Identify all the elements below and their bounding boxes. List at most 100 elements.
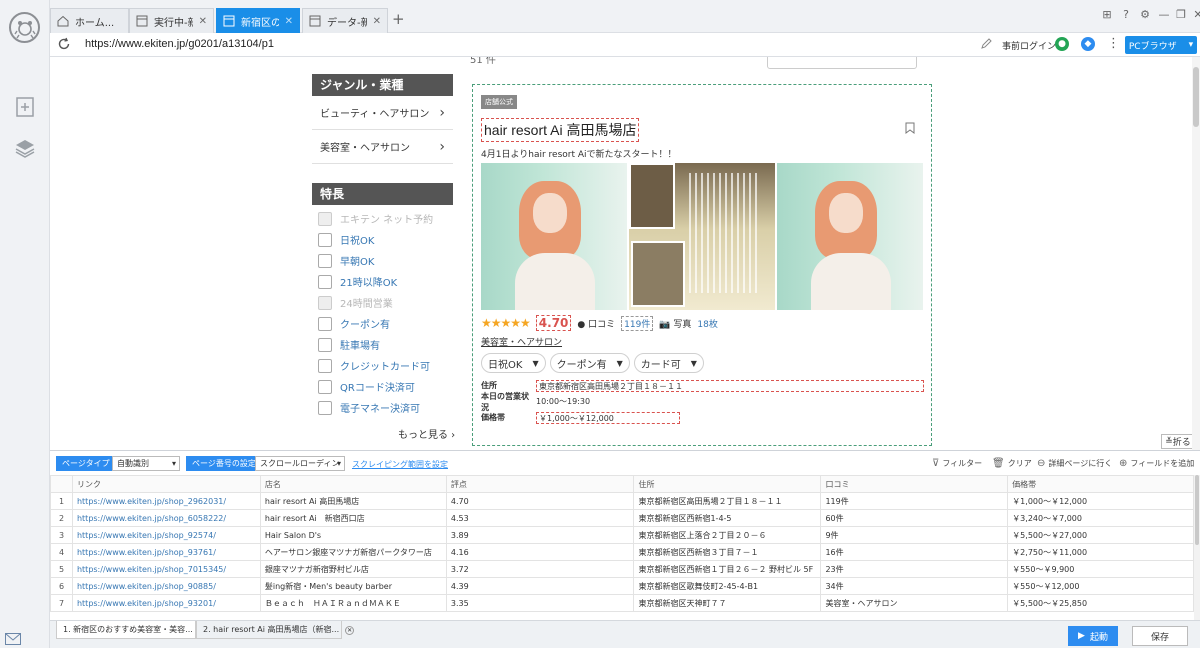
- table-cell[interactable]: https://www.ekiten.jp/shop_93761/: [71, 543, 261, 561]
- column-header[interactable]: リンク: [71, 475, 261, 493]
- table-cell[interactable]: ヘアーサロン銀座マツナガ新宿パークタワー店: [259, 543, 447, 561]
- table-row[interactable]: 1 https://www.ekiten.jp/shop_2962031/hair…: [50, 492, 1194, 510]
- photos-count[interactable]: 18枚: [697, 317, 717, 330]
- app-logo-icon[interactable]: [9, 12, 40, 43]
- table-cell[interactable]: https://www.ekiten.jp/shop_90885/: [71, 577, 261, 595]
- close-icon[interactable]: ✕: [373, 16, 381, 27]
- table-cell[interactable]: 9件: [820, 526, 1009, 544]
- feature-checkbox-item[interactable]: 21時以降OK: [318, 271, 433, 292]
- page-scrollbar[interactable]: [1192, 57, 1200, 450]
- table-cell[interactable]: ￥5,500～￥25,850: [1007, 594, 1194, 612]
- tab-data[interactable]: データ-新... ✕: [302, 8, 388, 33]
- table-cell[interactable]: ￥3,240～￥7,000: [1007, 509, 1194, 527]
- table-cell[interactable]: 4.70: [445, 492, 635, 510]
- table-cell[interactable]: Hair Salon D's: [259, 526, 447, 544]
- extension-blue-icon[interactable]: ◆: [1081, 37, 1095, 51]
- settings-icon[interactable]: ⚙: [1138, 8, 1152, 22]
- table-scrollbar[interactable]: [1194, 475, 1200, 621]
- table-row[interactable]: 5 https://www.ekiten.jp/shop_7015345/銀座マツ…: [50, 560, 1194, 578]
- help-icon[interactable]: ?: [1119, 8, 1133, 22]
- result-tab-2[interactable]: 2. hair resort Ai 高田馬場店（新宿... ✕: [196, 621, 355, 639]
- table-cell[interactable]: https://www.ekiten.jp/shop_93201/: [71, 594, 261, 612]
- scrape-range-link[interactable]: スクレイピング範囲を設定: [352, 459, 448, 470]
- table-cell[interactable]: 東京都新宿区上落合２丁目２０－６: [633, 526, 822, 544]
- feature-checkbox-item[interactable]: クレジットカード可: [318, 355, 433, 376]
- close-icon[interactable]: ✕: [285, 16, 293, 27]
- table-row[interactable]: 3 https://www.ekiten.jp/shop_92574/Hair S…: [50, 526, 1194, 544]
- table-cell[interactable]: hair resort Ai 高田馬場店: [259, 492, 447, 510]
- table-cell[interactable]: 東京都新宿区西新宿1-4-5: [633, 509, 822, 527]
- table-cell[interactable]: ￥2,750～￥11,000: [1007, 543, 1194, 561]
- table-cell[interactable]: 4.39: [445, 577, 635, 595]
- checkbox[interactable]: [318, 274, 332, 289]
- table-cell[interactable]: 4.53: [445, 509, 635, 527]
- feature-checkbox-item[interactable]: クーポン有: [318, 313, 433, 334]
- pill-holiday[interactable]: 日祝OK ▼: [481, 353, 546, 373]
- extension-green-icon[interactable]: ●: [1055, 37, 1069, 51]
- table-cell[interactable]: 23件: [820, 560, 1009, 578]
- more-menu-icon[interactable]: ⋮: [1107, 36, 1120, 51]
- table-cell[interactable]: 東京都新宿区天神町７７: [633, 594, 822, 612]
- save-button[interactable]: 保存: [1132, 626, 1188, 646]
- column-header[interactable]: 評点: [445, 475, 635, 493]
- checkbox[interactable]: [318, 358, 332, 373]
- restore-icon[interactable]: ❐: [1174, 8, 1188, 22]
- column-header[interactable]: 店名: [259, 475, 447, 493]
- table-row[interactable]: 7 https://www.ekiten.jp/shop_93201/Ｂｅａｃｈ …: [50, 594, 1194, 612]
- prelogin-button[interactable]: 事前ログイン: [1002, 39, 1056, 52]
- tab-shinjuku[interactable]: 新宿区の... ✕: [216, 8, 300, 33]
- close-icon[interactable]: ✕: [345, 626, 355, 635]
- feature-checkbox-item[interactable]: 早朝OK: [318, 250, 433, 271]
- run-button[interactable]: ▶ 起動: [1068, 626, 1118, 646]
- table-cell[interactable]: https://www.ekiten.jp/shop_6058222/: [71, 509, 261, 527]
- feature-checkbox-item[interactable]: QRコード決済可: [318, 376, 433, 397]
- table-cell[interactable]: ￥5,500～￥27,000: [1007, 526, 1194, 544]
- new-task-icon[interactable]: [14, 96, 36, 118]
- table-row[interactable]: 2 https://www.ekiten.jp/shop_6058222/hair…: [50, 509, 1194, 527]
- reviews-count[interactable]: 119件: [621, 315, 654, 331]
- shop-photo[interactable]: [777, 163, 923, 310]
- close-window-icon[interactable]: ✕: [1191, 8, 1200, 22]
- page-type-select[interactable]: 自動識別 ▾: [112, 456, 180, 471]
- table-cell[interactable]: hair resort Ai 新宿西口店: [259, 509, 447, 527]
- table-cell[interactable]: 東京都新宿区高田馬場２丁目１８－１１: [633, 492, 822, 510]
- table-cell[interactable]: ￥1,000～￥12,000: [1007, 492, 1194, 510]
- gift-icon[interactable]: ⊞: [1100, 8, 1114, 22]
- tab-running[interactable]: 実行中-新... ✕: [129, 8, 214, 33]
- shop-title[interactable]: hair resort Ai 高田馬場店: [481, 118, 640, 142]
- genre-item-salon[interactable]: 美容室・ヘアサロン ›: [312, 130, 453, 164]
- detail-page-button[interactable]: ⊖ 詳細ページに行く: [1037, 458, 1112, 469]
- new-tab-button[interactable]: +: [392, 10, 405, 28]
- clear-button[interactable]: 🗑 クリア: [992, 458, 1032, 469]
- table-row[interactable]: 4 https://www.ekiten.jp/shop_93761/ヘアーサロン…: [50, 543, 1194, 561]
- close-icon[interactable]: ✕: [199, 16, 207, 27]
- pill-coupon[interactable]: クーポン有 ▼: [549, 353, 630, 373]
- table-cell[interactable]: https://www.ekiten.jp/shop_2962031/: [71, 492, 261, 510]
- url-field[interactable]: https://www.ekiten.jp/g0201/a13104/p1: [85, 38, 274, 50]
- table-cell[interactable]: 銀座マツナガ新宿野村ビル店: [259, 560, 447, 578]
- table-row[interactable]: 6 https://www.ekiten.jp/shop_90885/髪ing新宿…: [50, 577, 1194, 595]
- column-header[interactable]: 住所: [633, 475, 822, 493]
- column-header[interactable]: 価格帯: [1007, 475, 1194, 493]
- table-cell[interactable]: 髪ing新宿・Men's beauty barber: [259, 577, 447, 595]
- checkbox[interactable]: [318, 253, 332, 268]
- edit-icon[interactable]: [980, 38, 992, 50]
- feature-checkbox-item[interactable]: 日祝OK: [318, 229, 433, 250]
- table-cell[interactable]: 16件: [820, 543, 1009, 561]
- filter-button[interactable]: ⊽ フィルター: [932, 458, 982, 469]
- checkbox[interactable]: [318, 232, 332, 247]
- fold-button[interactable]: ≚ 折る: [1161, 434, 1195, 449]
- shop-photo[interactable]: [629, 163, 775, 310]
- checkbox[interactable]: [318, 337, 332, 352]
- table-cell[interactable]: 60件: [820, 509, 1009, 527]
- minimize-icon[interactable]: —: [1157, 8, 1171, 22]
- table-cell[interactable]: 東京都新宿区歌舞伎町2-45-4-B1: [633, 577, 822, 595]
- genre-item-beauty[interactable]: ビューティ・ヘアサロン ›: [312, 96, 453, 130]
- column-header[interactable]: 口コミ: [820, 475, 1009, 493]
- table-cell[interactable]: 34件: [820, 577, 1009, 595]
- layers-icon[interactable]: [14, 137, 36, 159]
- checkbox[interactable]: [318, 400, 332, 415]
- table-cell[interactable]: ￥550～￥9,900: [1007, 560, 1194, 578]
- shop-card[interactable]: 店舗公式 hair resort Ai 高田馬場店 4月1日よりhair res…: [472, 84, 932, 446]
- table-cell[interactable]: 3.89: [445, 526, 635, 544]
